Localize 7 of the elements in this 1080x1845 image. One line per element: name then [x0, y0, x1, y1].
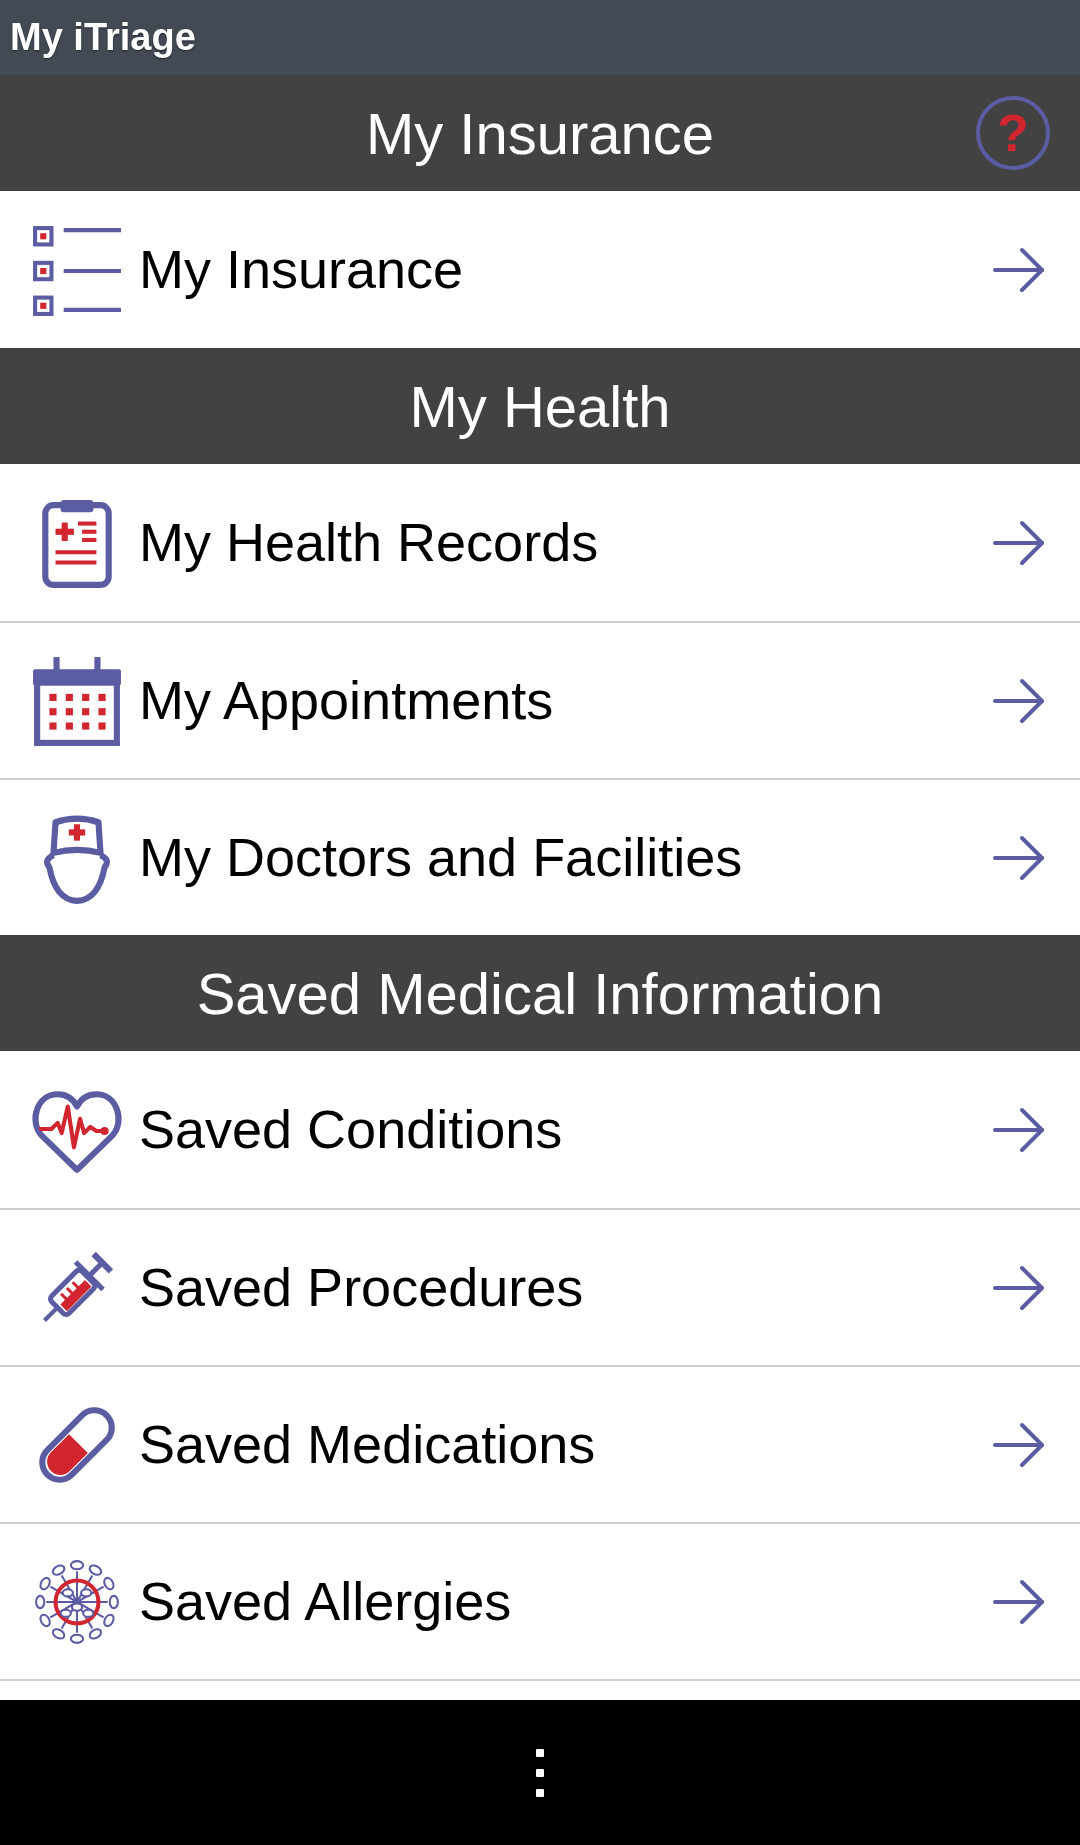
section-title: Saved Medical Information	[196, 959, 884, 1028]
calendar-icon	[31, 654, 123, 747]
overflow-menu-icon[interactable]	[535, 1748, 545, 1797]
section-title: My Health	[409, 372, 671, 441]
section-title: My Insurance	[365, 99, 715, 168]
app-title: My iTriage	[10, 15, 196, 60]
checklist-icon	[31, 223, 123, 316]
